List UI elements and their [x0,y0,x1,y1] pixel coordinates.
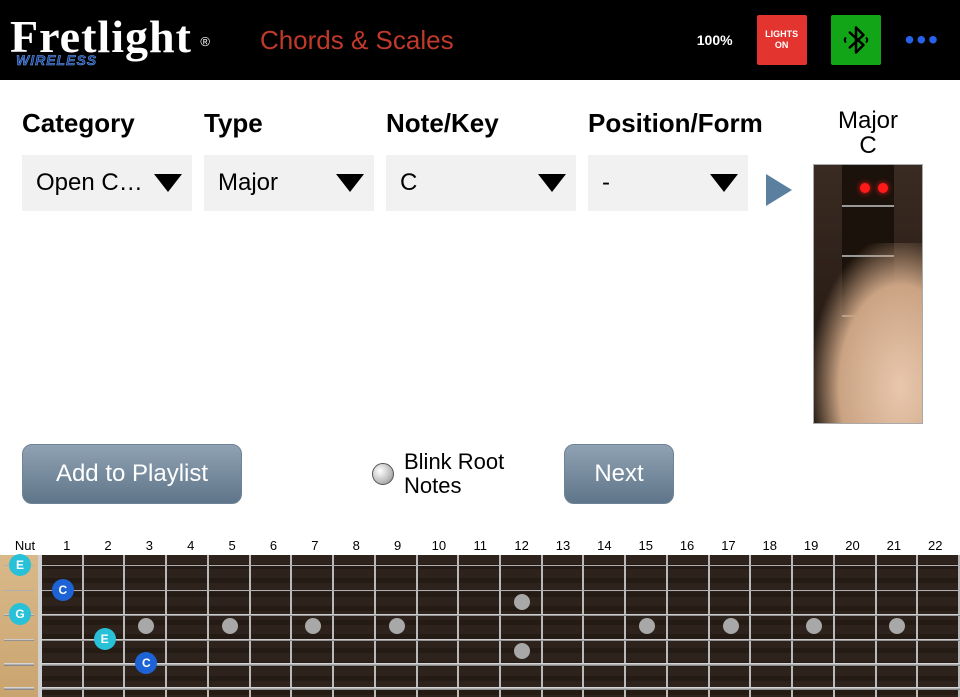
bluetooth-icon [841,25,871,55]
next-button[interactable]: Next [564,444,674,504]
type-column: Type Major [204,108,374,211]
lights-on-button[interactable]: LIGHTS ON [757,15,807,65]
fret-number: 21 [873,538,914,553]
fretted-note: C [135,652,157,674]
category-value: Open Ch... [36,169,146,197]
type-select[interactable]: Major [204,155,374,211]
fret-number: 19 [790,538,831,553]
category-select[interactable]: Open Ch... [22,155,192,211]
chord-preview-key: C [838,133,898,158]
fretboard-board: CEC [42,555,960,697]
zoom-percent: 100% [697,32,733,48]
fret-number: 8 [336,538,377,553]
fret-number: 6 [253,538,294,553]
fret-number: 15 [625,538,666,553]
fret-number: 22 [915,538,956,553]
fret-number: 16 [666,538,707,553]
position-column: Position/Form - [588,108,748,211]
fret-number: 18 [749,538,790,553]
fret-number: 20 [832,538,873,553]
fret-number: 13 [542,538,583,553]
position-value: - [602,169,702,197]
chord-preview-label: Major C [838,108,898,158]
fret-number: 14 [584,538,625,553]
chevron-down-icon [154,174,182,192]
app-header: Fretlight ® WIRELESS Chords & Scales 100… [0,0,960,80]
fret-number: 4 [170,538,211,553]
fret-number: 7 [294,538,335,553]
add-playlist-button[interactable]: Add to Playlist [22,444,242,504]
note-column: Note/Key C [386,108,576,211]
chord-photo[interactable] [813,164,923,424]
category-column: Category Open Ch... [22,108,192,211]
next-label: Next [594,460,643,488]
lights-on-line1: LIGHTS [765,29,798,40]
open-note: G [9,603,31,625]
fret-number: 17 [708,538,749,553]
open-note: E [9,554,31,576]
category-label: Category [22,108,192,139]
fretted-note: E [94,628,116,650]
fret-number: 12 [501,538,542,553]
type-value: Major [218,169,328,197]
fretted-note: C [52,579,74,601]
registered-icon: ® [200,34,210,49]
fret-number: 1 [46,538,87,553]
chord-preview: Major C [798,108,938,424]
fret-number: 9 [377,538,418,553]
blink-root-label: Blink Root Notes [404,450,524,498]
note-value: C [400,169,530,197]
logo: Fretlight ® WIRELESS [10,12,210,67]
bluetooth-button[interactable] [831,15,881,65]
fret-number: 5 [211,538,252,553]
fretboard[interactable]: EG CEC [0,555,960,697]
chevron-down-icon [538,174,566,192]
blink-root-option[interactable]: Blink Root Notes [372,450,524,498]
nut-area: EG [0,555,42,697]
fret-number: 3 [129,538,170,553]
play-icon[interactable] [766,174,792,206]
radio-icon [372,463,394,485]
fret-number: 2 [87,538,128,553]
position-select[interactable]: - [588,155,748,211]
fret-number-row: Nut12345678910111213141516171819202122 [0,538,960,555]
note-select[interactable]: C [386,155,576,211]
app-title: Chords & Scales [260,25,454,56]
chevron-down-icon [710,174,738,192]
lights-on-line2: ON [775,40,789,51]
more-icon[interactable]: ••• [905,24,940,56]
type-label: Type [204,108,374,139]
chevron-down-icon [336,174,364,192]
add-playlist-label: Add to Playlist [56,460,208,488]
chord-preview-type: Major [838,108,898,133]
position-label: Position/Form [588,108,748,139]
fret-number: 10 [418,538,459,553]
fret-number: 11 [460,538,501,553]
nut-label: Nut [4,538,46,553]
note-label: Note/Key [386,108,576,139]
